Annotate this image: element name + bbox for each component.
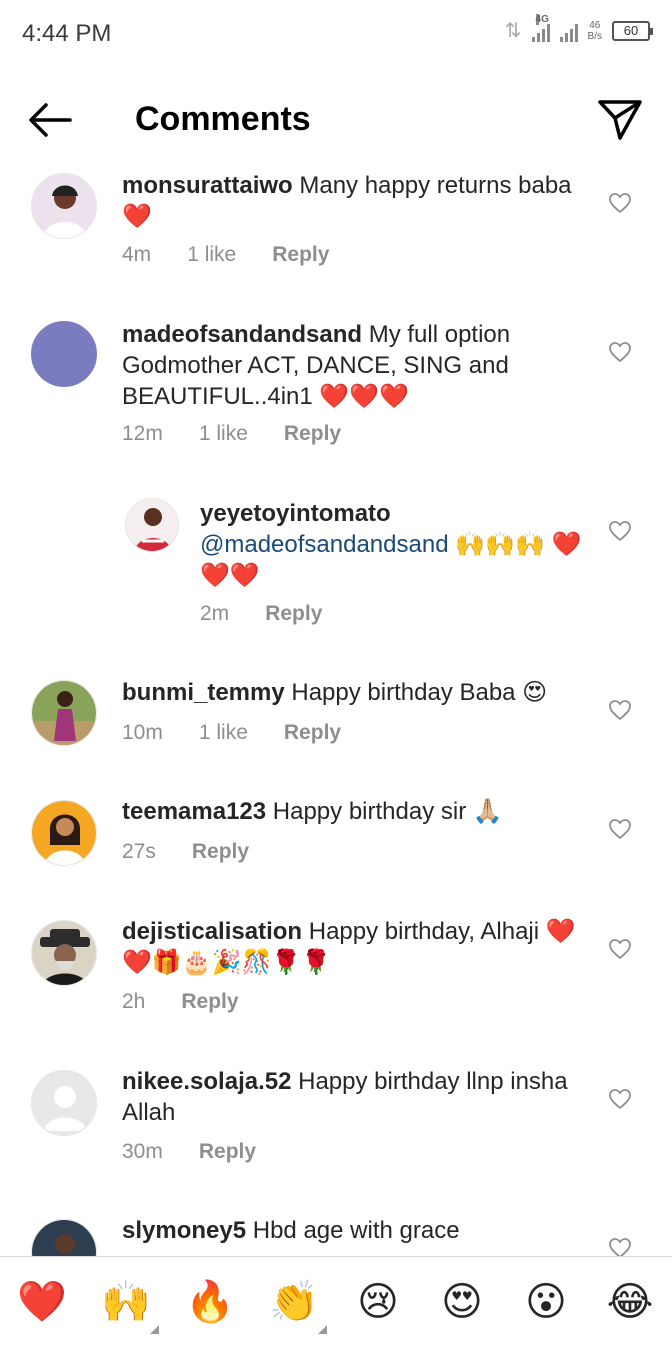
back-button[interactable] [24,98,74,142]
emoji-heart[interactable]: ❤️ [14,1279,70,1325]
comment-timestamp: 2m [200,602,230,625]
paper-plane-icon [598,100,642,140]
comment-like-count[interactable]: 1 like [187,243,236,267]
network-label: 4G [535,13,549,25]
comment-timestamp: 27s [122,840,156,863]
skin-tone-indicator-icon [150,1325,159,1334]
comment-username[interactable]: slymoney5 [122,1217,246,1244]
avatar[interactable] [31,680,97,746]
battery-icon: 60 [612,20,653,41]
emoji-crying-face[interactable]: 😢 [350,1279,406,1325]
comment-item: bunmi_temmy Happy birthday Baba 😍 10m 1 … [0,677,672,767]
reply-button[interactable]: Reply [284,422,341,446]
comment-item: nikee.solaja.52 Happy birthday llnp insh… [0,1066,672,1176]
emoji-raised-hands[interactable]: 🙌 [98,1279,154,1325]
avatar[interactable] [125,498,179,552]
heart-outline-icon[interactable] [608,520,632,542]
comment-timestamp: 12m [122,422,163,445]
emoji-fire[interactable]: 🔥 [182,1279,238,1325]
reply-button[interactable]: Reply [181,990,238,1014]
avatar-image [32,174,96,238]
comment-username[interactable]: nikee.solaja.52 [122,1068,291,1095]
avatar-image [126,499,178,551]
comment-timestamp: 4m [122,243,152,266]
heart-outline-icon[interactable] [608,1237,632,1256]
heart-outline-icon[interactable] [608,938,632,960]
comment-timestamp: 10m [122,721,163,744]
status-time: 4:44 PM [22,20,112,47]
default-avatar-icon [32,1071,96,1135]
comment-username[interactable]: madeofsandandsand [122,321,362,348]
comment-item: dejisticalisation Happy birthday, Alhaji… [0,916,672,1026]
avatar[interactable] [31,1070,97,1136]
reply-button[interactable]: Reply [265,602,322,626]
heart-outline-icon[interactable] [608,1088,632,1110]
avatar-image [32,681,96,745]
comment-like-count[interactable]: 1 like [199,721,248,745]
signal-icon [559,20,578,42]
comment-text: Happy birthday sir 🙏🏼 [266,798,503,825]
emoji-clapping-hands[interactable]: 👏 [266,1279,322,1325]
comment-username[interactable]: dejisticalisation [122,918,302,945]
status-bar: 4:44 PM ⇅ 4G 46 B/s 60 [0,0,672,70]
share-button[interactable] [596,96,644,144]
avatar-image [32,801,96,865]
data-transfer-icon: ⇅ [504,20,522,42]
emoji-reaction-bar: ❤️ 🙌 🔥 👏 😢 😍 😮 😂 [0,1256,672,1350]
avatar[interactable] [31,173,97,239]
heart-outline-icon[interactable] [608,699,632,721]
reply-button[interactable]: Reply [192,840,249,864]
comment-like-count[interactable]: 1 like [199,422,248,446]
page-title: Comments [135,100,311,138]
reply-button[interactable]: Reply [284,721,341,745]
mention-link[interactable]: @madeofsandandsand [200,531,449,558]
emoji-heart-eyes[interactable]: 😍 [434,1279,490,1325]
emoji-surprised-face[interactable]: 😮 [518,1279,574,1325]
comment-timestamp: 2h [122,990,146,1013]
avatar[interactable] [31,920,97,986]
comment-item: monsurattaiwo Many happy returns baba❤️ … [0,170,672,280]
signal-icon-4g: 4G [531,13,550,42]
heart-outline-icon[interactable] [608,818,632,840]
arrow-left-icon [29,103,72,137]
comment-username[interactable]: bunmi_temmy [122,679,285,706]
reply-button[interactable]: Reply [199,1140,256,1164]
comment-item: madeofsandandsand My full option Godmoth… [0,319,672,459]
reply-comment-item: yeyetoyintomato @madeofsandandsand 🙌🙌🙌 ❤️… [0,498,672,638]
avatar-image [32,921,96,985]
comment-text: Hbd age with grace [246,1217,460,1244]
comment-text: Happy birthday Baba 😍 [284,679,548,706]
comment-username[interactable]: yeyetoyintomato [200,500,391,527]
emoji-tears-of-joy[interactable]: 😂 [602,1279,658,1325]
avatar-image [32,1220,96,1256]
comments-header: Comments [0,80,672,160]
comment-timestamp: 30m [122,1140,163,1163]
heart-outline-icon[interactable] [608,192,632,214]
comment-username[interactable]: monsurattaiwo [122,172,293,199]
avatar[interactable] [31,1219,97,1256]
comment-item: slymoney5 Hbd age with grace [0,1215,672,1256]
comment-username[interactable]: teemama123 [122,798,266,825]
reply-button[interactable]: Reply [272,243,329,267]
skin-tone-indicator-icon [318,1325,327,1334]
status-icons: ⇅ 4G 46 B/s 60 [504,13,653,43]
avatar[interactable] [31,321,97,387]
avatar[interactable] [31,800,97,866]
network-speed: 46 B/s [587,19,602,42]
comment-item: teemama123 Happy birthday sir 🙏🏼 27s Rep… [0,796,672,886]
heart-outline-icon[interactable] [608,341,632,363]
